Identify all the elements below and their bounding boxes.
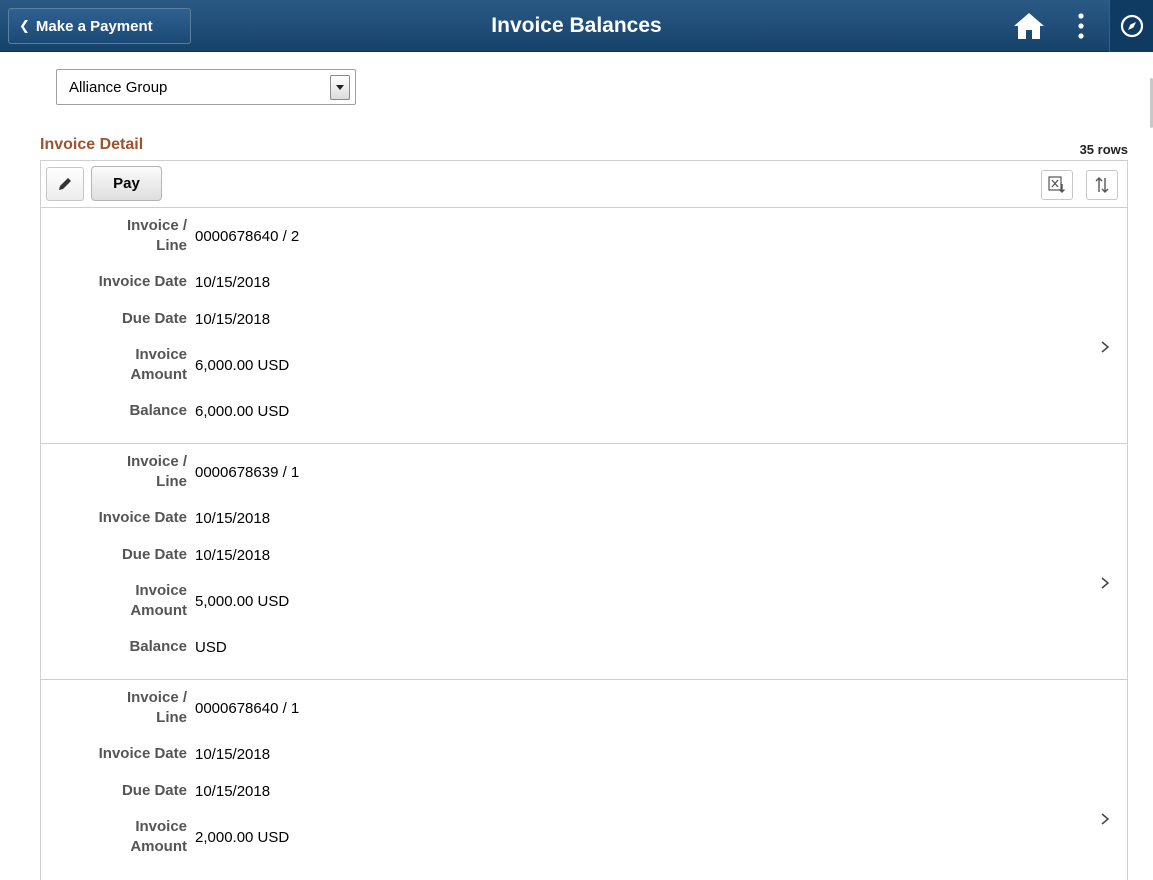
invoice-date-value: 10/15/2018 [195, 509, 271, 527]
invoice-line-field: Invoice / Line 0000678640 / 2 [41, 216, 641, 256]
balance-value: 6,000.00 USD [195, 402, 290, 420]
excel-download-icon [1048, 176, 1065, 193]
invoice-amount-label: Invoice Amount [130, 346, 187, 383]
invoice-date-label: Invoice Date [98, 745, 187, 762]
invoice-date-field: Invoice Date 10/15/2018 [41, 272, 641, 292]
chevron-right-icon [1101, 341, 1110, 353]
balance-value: USD [195, 638, 227, 656]
due-date-field: Due Date 10/15/2018 [41, 545, 641, 565]
row-count: 35 rows [1079, 142, 1128, 157]
invoice-date-value: 10/15/2018 [195, 273, 271, 291]
due-date-value: 10/15/2018 [195, 782, 271, 800]
invoice-amount-field: Invoice Amount 5,000.00 USD [41, 581, 641, 621]
invoice-amount-value: 2,000.00 USD [195, 828, 290, 846]
due-date-label: Due Date [121, 310, 187, 327]
edit-button[interactable] [46, 167, 84, 201]
header-banner: ❮ Make a Payment Invoice Balances [0, 0, 1153, 52]
invoice-grid: Pay Invoice / Line 0000678640 / 2 Invoice… [40, 160, 1128, 880]
invoice-line-value: 0000678640 / 2 [195, 227, 300, 245]
excel-download-button[interactable] [1041, 170, 1073, 200]
invoice-line-label: Invoice / Line [126, 217, 187, 254]
invoice-amount-value: 6,000.00 USD [195, 356, 290, 374]
balance-field: Balance 6,000.00 USD [41, 401, 641, 421]
chevron-down-icon[interactable] [330, 75, 350, 100]
pay-button[interactable]: Pay [91, 166, 162, 201]
invoice-amount-field: Invoice Amount 2,000.00 USD [41, 817, 641, 857]
invoice-amount-value: 5,000.00 USD [195, 592, 290, 610]
due-date-field: Due Date 10/15/2018 [41, 781, 641, 801]
invoice-line-value: 0000678640 / 1 [195, 699, 300, 717]
navbar-button[interactable] [1109, 0, 1153, 52]
due-date-label: Due Date [121, 782, 187, 799]
invoice-date-label: Invoice Date [98, 273, 187, 290]
invoice-date-value: 10/15/2018 [195, 745, 271, 763]
due-date-label: Due Date [121, 546, 187, 563]
invoice-line-field: Invoice / Line 0000678640 / 1 [41, 688, 641, 728]
invoice-line-label: Invoice / Line [126, 453, 187, 490]
sort-icon [1095, 177, 1109, 193]
due-date-field: Due Date 10/15/2018 [41, 309, 641, 329]
sort-button[interactable] [1086, 170, 1118, 200]
invoice-amount-label: Invoice Amount [130, 818, 187, 855]
invoice-row[interactable]: Invoice / Line 0000678639 / 1 Invoice Dat… [41, 444, 1127, 680]
due-date-value: 10/15/2018 [195, 546, 271, 564]
section-title: Invoice Detail [40, 136, 144, 153]
invoice-date-label: Invoice Date [98, 509, 187, 526]
invoice-row[interactable]: Invoice / Line 0000678640 / 1 Invoice Dat… [41, 680, 1127, 880]
business-unit-value: Alliance Group [69, 78, 168, 96]
home-icon[interactable] [1012, 11, 1046, 41]
invoice-date-field: Invoice Date 10/15/2018 [41, 744, 641, 764]
vertical-dots-icon[interactable] [1070, 10, 1092, 42]
compass-icon [1120, 14, 1144, 38]
invoice-amount-field: Invoice Amount 6,000.00 USD [41, 345, 641, 385]
invoice-row[interactable]: Invoice / Line 0000678640 / 2 Invoice Dat… [41, 208, 1127, 444]
business-unit-select[interactable]: Alliance Group [56, 69, 356, 105]
chevron-left-icon: ❮ [19, 18, 30, 33]
balance-label: Balance [129, 402, 187, 419]
invoice-line-label: Invoice / Line [126, 689, 187, 726]
back-button-label: Make a Payment [35, 17, 153, 35]
invoice-line-value: 0000678639 / 1 [195, 463, 300, 481]
invoice-line-field: Invoice / Line 0000678639 / 1 [41, 452, 641, 492]
invoice-date-field: Invoice Date 10/15/2018 [41, 508, 641, 528]
grid-toolbar: Pay [41, 161, 1127, 208]
chevron-right-icon [1101, 577, 1110, 589]
chevron-right-icon [1101, 813, 1110, 825]
due-date-value: 10/15/2018 [195, 310, 271, 328]
balance-field: Balance USD [41, 637, 641, 657]
invoice-amount-label: Invoice Amount [130, 582, 187, 619]
balance-label: Balance [129, 638, 187, 655]
pencil-icon [59, 178, 71, 190]
back-button[interactable]: ❮ Make a Payment [8, 8, 191, 44]
